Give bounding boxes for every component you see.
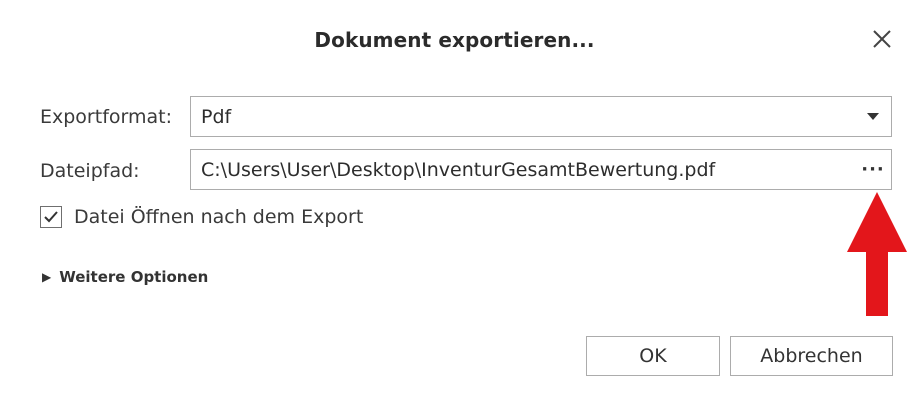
arrow-up-icon: [847, 192, 907, 316]
close-icon: [873, 30, 891, 48]
export-format-select[interactable]: Pdf: [190, 96, 892, 137]
open-after-export-label: Datei Öffnen nach dem Export: [74, 206, 364, 228]
more-options-toggle[interactable]: ▶ Weitere Optionen: [42, 268, 208, 286]
open-after-export-option[interactable]: Datei Öffnen nach dem Export: [40, 206, 363, 228]
ok-button[interactable]: OK: [586, 336, 720, 376]
open-after-export-checkbox[interactable]: [40, 206, 62, 228]
more-options-label: Weitere Optionen: [59, 268, 209, 286]
triangle-right-icon: ▶: [42, 270, 52, 284]
dialog-title: Dokument exportieren...: [314, 28, 595, 52]
file-path-label: Dateipfad:: [40, 160, 140, 182]
file-path-value[interactable]: C:\Users\User\Desktop\InventurGesamtBewe…: [201, 159, 855, 181]
chevron-down-icon[interactable]: [855, 97, 891, 136]
browse-button[interactable]: ···: [855, 150, 891, 189]
cancel-button[interactable]: Abbrechen: [730, 336, 893, 376]
close-button[interactable]: [867, 24, 897, 54]
export-format-label: Exportformat:: [40, 106, 172, 128]
export-dialog: Dokument exportieren... Exportformat: Pd…: [8, 8, 907, 388]
checkmark-icon: [44, 211, 58, 223]
export-format-value: Pdf: [201, 105, 232, 128]
file-path-input[interactable]: C:\Users\User\Desktop\InventurGesamtBewe…: [190, 149, 892, 190]
